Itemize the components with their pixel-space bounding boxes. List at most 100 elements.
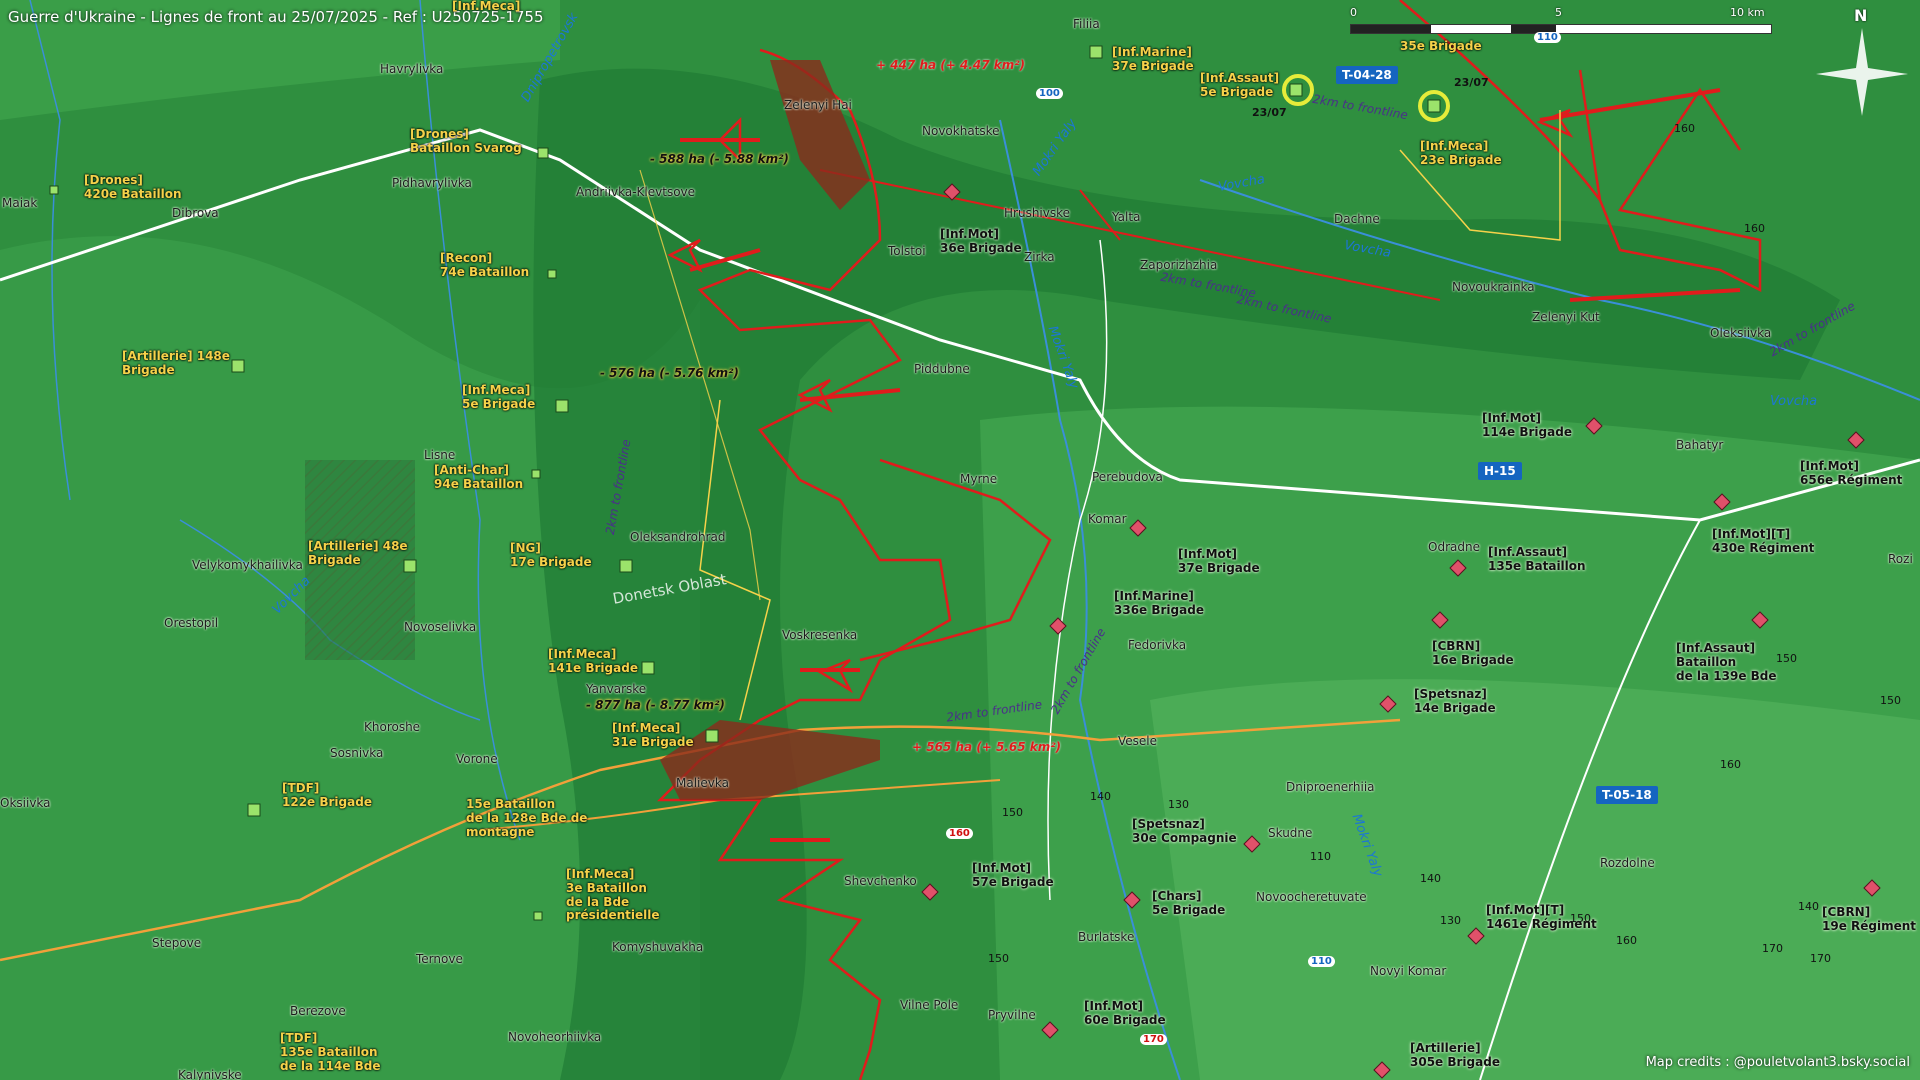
map-canvas[interactable]: Guerre d'Ukraine - Lignes de front au 25…	[0, 0, 1920, 1080]
ru-unit[interactable]: [Inf.Mot] 57e Brigade	[972, 861, 1054, 890]
place-label: Zelenyi Kut	[1532, 310, 1600, 324]
ua-unit-icon[interactable]	[641, 661, 655, 675]
place-label: Pidhavrylivka	[392, 176, 472, 190]
place-label: Myrne	[960, 472, 998, 486]
ru-unit-icon[interactable]	[1041, 1021, 1059, 1039]
place-label: Hrushivske	[1004, 206, 1071, 220]
ru-unit[interactable]: [Inf.Marine] 336e Brigade	[1114, 589, 1204, 618]
place-label: Komyshuvakha	[612, 940, 704, 954]
ru-unit-icon[interactable]	[1713, 493, 1731, 511]
place-label: Novyi Komar	[1370, 964, 1447, 978]
ru-unit-icon[interactable]	[1847, 431, 1865, 449]
place-label: Ternove	[416, 952, 463, 966]
place-label: Odradne	[1428, 540, 1480, 554]
ua-unit-icon[interactable]	[1089, 45, 1103, 59]
ru-unit-icon[interactable]	[1379, 695, 1397, 713]
place-label: Andriivka-Klevtsove	[576, 185, 696, 199]
ru-unit[interactable]: [Chars] 5e Brigade	[1152, 889, 1225, 918]
river-label: Vovcha	[1770, 394, 1818, 409]
place-label: Malievka	[676, 776, 729, 790]
ru-unit[interactable]: [Inf.Mot] 36e Brigade	[940, 227, 1022, 256]
ua-unit-icon[interactable]	[619, 559, 633, 573]
ru-unit[interactable]: [Inf.Assaut] Bataillon de la 139e Bde	[1676, 641, 1777, 683]
elevation-label: 140	[1090, 790, 1111, 803]
loss-label: - 877 ha (- 8.77 km²)	[586, 698, 725, 712]
place-label: Lisne	[424, 448, 456, 462]
place-label: Vorone	[456, 752, 498, 766]
elevation-label: 130	[1168, 798, 1189, 811]
place-label: Zirka	[1024, 250, 1055, 264]
place-label: Filiia	[1073, 17, 1100, 31]
place-label: Novoselivka	[404, 620, 477, 634]
ua-unit-icon[interactable]	[49, 185, 59, 195]
ua-unit-icon[interactable]	[537, 147, 549, 159]
elevation-label: 150	[1880, 694, 1901, 707]
ua-unit-icon[interactable]	[547, 269, 557, 279]
place-label: Voskresenka	[782, 628, 858, 642]
place-label: Novoheorhiivka	[508, 1030, 602, 1044]
ru-unit[interactable]: [CBRN] 19e Régiment	[1822, 905, 1916, 934]
date-label: 23/07	[1252, 106, 1287, 119]
route-number: 110	[1534, 32, 1561, 43]
ua-unit-icon[interactable]	[531, 469, 541, 479]
ru-unit[interactable]: [Artillerie] 305e Brigade	[1410, 1041, 1500, 1070]
ru-unit-icon[interactable]	[1373, 1061, 1391, 1079]
ru-unit-icon[interactable]	[1585, 417, 1603, 435]
ru-unit-icon[interactable]	[921, 883, 939, 901]
ru-unit-icon[interactable]	[1243, 835, 1261, 853]
ua-unit-icon[interactable]	[533, 911, 543, 921]
ru-unit[interactable]: [Spetsnaz] 30e Compagnie	[1132, 817, 1237, 846]
route-number: 160	[946, 828, 973, 839]
place-label: Burlatske	[1078, 930, 1135, 944]
ru-unit-icon[interactable]	[943, 183, 961, 201]
ru-unit[interactable]: [CBRN] 16e Brigade	[1432, 639, 1514, 668]
ru-unit-icon[interactable]	[1467, 927, 1485, 945]
gain-label: + 565 ha (+ 5.65 km²)	[912, 740, 1062, 754]
place-label: Perebudova	[1092, 470, 1163, 484]
place-label: Sosnivka	[330, 746, 384, 760]
place-label: Stepove	[152, 936, 202, 950]
place-label: Khoroshe	[364, 720, 421, 734]
place-label: Yalta	[1112, 210, 1141, 224]
ua-unit-icon[interactable]	[231, 359, 245, 373]
place-label: Novokhatske	[922, 124, 1000, 138]
ru-unit[interactable]: [Inf.Assaut] 135e Bataillon	[1488, 545, 1586, 574]
ru-unit-icon[interactable]	[1123, 891, 1141, 909]
date-label: 23/07	[1454, 76, 1489, 89]
ru-unit-icon[interactable]	[1431, 611, 1449, 629]
elevation-label: 130	[1440, 914, 1461, 927]
route-number: 100	[1036, 88, 1063, 99]
place-label: Pryvilne	[988, 1008, 1036, 1022]
place-label: Maiak	[2, 196, 38, 210]
ua-unit-icon[interactable]	[705, 729, 719, 743]
route-number: 110	[1308, 956, 1335, 967]
ua-unit-icon[interactable]	[1289, 83, 1303, 97]
place-label: Skudne	[1268, 826, 1313, 840]
place-label: Shevchenko	[844, 874, 917, 888]
ru-unit-icon[interactable]	[1129, 519, 1147, 537]
ua-unit-icon[interactable]	[247, 803, 261, 817]
ru-unit-icon[interactable]	[1863, 879, 1881, 897]
ru-unit[interactable]: [Inf.Mot] 656e Régiment	[1800, 459, 1902, 488]
ru-unit-icon[interactable]	[1751, 611, 1769, 629]
loss-label: - 588 ha (- 5.88 km²)	[650, 152, 789, 166]
ru-unit[interactable]: [Spetsnaz] 14e Brigade	[1414, 687, 1496, 716]
ua-unit-icon[interactable]	[1427, 99, 1441, 113]
ru-unit[interactable]: [Inf.Mot] 114e Brigade	[1482, 411, 1572, 440]
ua-unit-icon[interactable]	[555, 399, 569, 413]
elevation-label: 170	[1762, 942, 1783, 955]
place-label: Novoukrainka	[1452, 280, 1535, 294]
ru-unit-icon[interactable]	[1449, 559, 1467, 577]
place-label: Tolstoi	[888, 244, 926, 258]
ru-unit[interactable]: [Inf.Mot] 37e Brigade	[1178, 547, 1260, 576]
elevation-label: 170	[1810, 952, 1831, 965]
loss-label: - 576 ha (- 5.76 km²)	[600, 366, 739, 380]
ua-unit-icon[interactable]	[403, 559, 417, 573]
place-label: Vilne Pole	[900, 998, 959, 1012]
ru-unit[interactable]: [Inf.Mot] 60e Brigade	[1084, 999, 1166, 1028]
elevation-label: 160	[1744, 222, 1765, 235]
ru-unit[interactable]: [Inf.Mot][T] 430e Régiment	[1712, 527, 1814, 556]
ru-unit-icon[interactable]	[1049, 617, 1067, 635]
place-label: Komar	[1088, 512, 1127, 526]
place-label: Zelenyi Hai	[784, 98, 852, 112]
